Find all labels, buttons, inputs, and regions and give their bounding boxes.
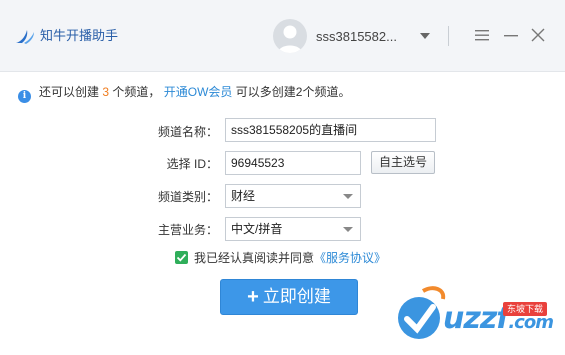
create-now-button[interactable]: + 立即创建 — [220, 279, 358, 315]
category-value: 财经 — [231, 189, 256, 203]
hamburger-icon — [475, 30, 489, 41]
user-avatar-icon — [278, 25, 302, 53]
username[interactable]: sss3815582... — [316, 29, 397, 45]
app-title: 知牛开播助手 — [40, 28, 119, 43]
divider — [448, 26, 449, 46]
chevron-down-icon — [343, 227, 353, 232]
agreement-text: 我已经认真阅读并同意 — [194, 251, 315, 265]
channel-name-value: sss381558205的直播间 — [231, 123, 358, 137]
watermark-badge: 东坡下载 — [503, 302, 548, 316]
plus-icon: + — [247, 286, 259, 308]
category-select[interactable]: 财经 — [225, 184, 361, 208]
user-avatar[interactable] — [273, 19, 307, 53]
channel-name-input[interactable]: sss381558205的直播间 — [225, 118, 436, 142]
business-select[interactable]: 中文/拼音 — [225, 217, 361, 241]
channel-quota-notice: i 还可以创建 3 个频道， 开通OW会员 可以多创建2个频道。 — [18, 84, 351, 103]
notice-mid: 个频道， — [112, 85, 161, 99]
title-bar: 知牛开播助手 sss3815582... — [0, 0, 565, 72]
business-value: 中文/拼音 — [231, 222, 283, 236]
notice-suffix: 可以多创建2个频道。 — [235, 85, 351, 99]
agreement-row: 我已经认真阅读并同意《服务协议》 — [175, 250, 386, 266]
info-icon: i — [18, 90, 31, 103]
user-menu-caret-icon[interactable] — [420, 33, 430, 39]
service-agreement-link[interactable]: 《服务协议》 — [314, 251, 386, 265]
close-button[interactable] — [529, 26, 547, 44]
minimize-button[interactable] — [502, 26, 520, 44]
select-id-label: 选择 ID： — [166, 157, 218, 171]
agreement-checkbox[interactable] — [175, 251, 188, 264]
watermark-word: uzzf — [443, 301, 509, 336]
open-vip-link[interactable]: 开通OW会员 — [164, 85, 233, 99]
remaining-channel-count: 3 — [102, 85, 110, 99]
checkmark-icon — [176, 253, 187, 262]
channel-name-label: 频道名称： — [157, 125, 218, 139]
notice-prefix: 还可以创建 — [39, 85, 100, 99]
menu-button[interactable] — [473, 26, 491, 44]
custom-id-button[interactable]: 自主选号 — [371, 151, 435, 174]
category-label: 频道类别： — [157, 190, 218, 204]
app-logo-icon — [16, 30, 34, 44]
select-id-value: 96945523 — [231, 156, 285, 170]
create-button-label: 立即创建 — [262, 287, 331, 306]
minimize-icon — [504, 35, 518, 37]
close-icon — [531, 28, 545, 42]
select-id-input[interactable]: 96945523 — [225, 151, 361, 175]
chevron-down-icon — [343, 194, 353, 199]
business-label: 主营业务： — [157, 223, 218, 237]
